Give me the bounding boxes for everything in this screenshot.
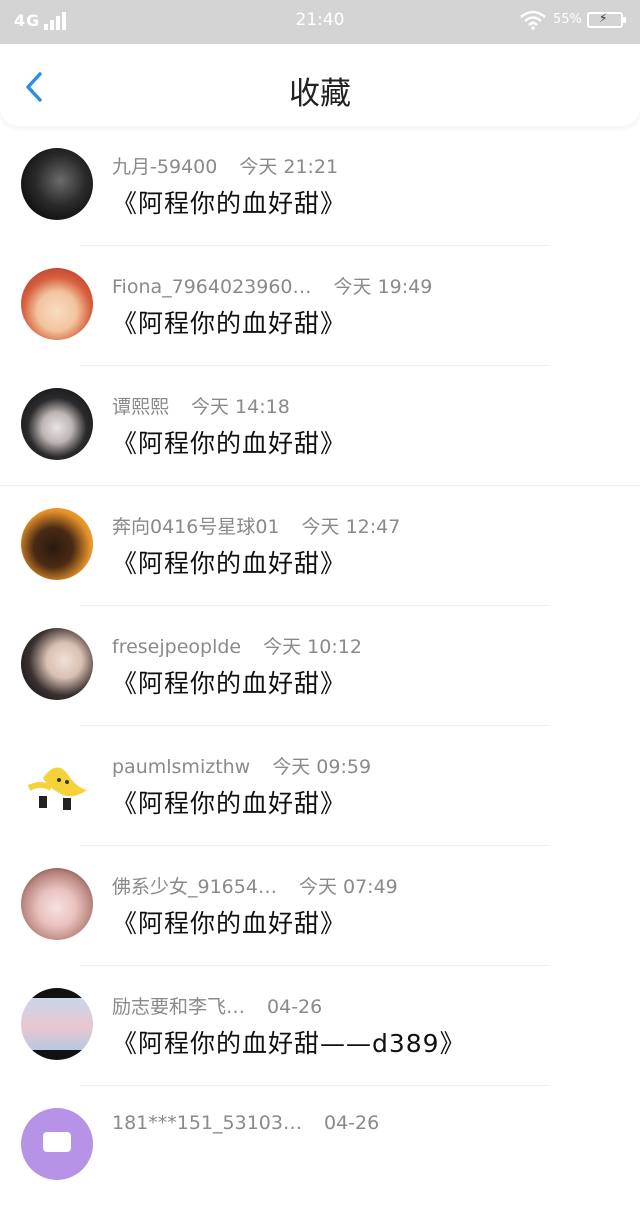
timestamp: 今天 07:49 — [298, 876, 398, 898]
item-title[interactable]: 《阿程你的血好甜》 — [112, 184, 346, 220]
avatar[interactable] — [21, 268, 93, 340]
avatar[interactable] — [21, 628, 93, 700]
item-title[interactable]: 《阿程你的血好甜》 — [112, 664, 346, 700]
item-title[interactable]: 《阿程你的血好甜》 — [112, 304, 346, 340]
timestamp: 今天 09:59 — [272, 756, 372, 778]
timestamp: 今天 19:49 — [333, 276, 433, 298]
timestamp: 今天 21:21 — [239, 156, 339, 178]
nav-bar: 收藏 — [0, 44, 640, 126]
avatar[interactable] — [21, 748, 93, 820]
user-name[interactable]: Fiona_7964023960… — [112, 276, 312, 298]
app-logo-icon — [43, 1132, 71, 1152]
battery-percent: 55% — [553, 12, 582, 27]
avatar[interactable] — [21, 988, 93, 1060]
battery-icon: ⚡ — [587, 11, 626, 28]
timestamp: 今天 10:12 — [263, 636, 362, 658]
list-item[interactable]: Fiona_7964023960… 今天 19:49 《阿程你的血好甜》 — [0, 246, 640, 366]
timestamp: 04-26 — [323, 1112, 380, 1134]
avatar[interactable] — [21, 148, 93, 220]
charging-icon: ⚡ — [599, 11, 608, 25]
list-item[interactable]: 181***151_53103… 04-26 — [0, 1086, 640, 1206]
list-item[interactable]: 励志要和李飞… 04-26 《阿程你的血好甜——d389》 — [0, 966, 640, 1086]
avatar[interactable] — [21, 508, 93, 580]
list-item[interactable]: 佛系少女_91654… 今天 07:49 《阿程你的血好甜》 — [0, 846, 640, 966]
banana-icon — [27, 767, 87, 810]
item-title[interactable]: 《阿程你的血好甜——d389》 — [112, 1024, 466, 1060]
list-item[interactable]: 谭熙熙 今天 14:18 《阿程你的血好甜》 — [0, 366, 640, 486]
status-bar: 4G 21:40 55% ⚡ — [0, 0, 640, 44]
list-item[interactable]: fresejpeoplde 今天 10:12 《阿程你的血好甜》 — [0, 606, 640, 726]
item-title[interactable]: 《阿程你的血好甜》 — [112, 784, 346, 820]
list-item[interactable]: 九月-59400 今天 21:21 《阿程你的血好甜》 — [0, 126, 640, 246]
timestamp: 04-26 — [267, 996, 323, 1018]
user-name[interactable]: 九月-59400 — [112, 156, 217, 178]
user-name[interactable]: 谭熙熙 — [112, 396, 169, 418]
user-name[interactable]: 励志要和李飞… — [112, 996, 245, 1018]
item-title[interactable]: 《阿程你的血好甜》 — [112, 904, 346, 940]
avatar[interactable] — [21, 868, 93, 940]
avatar[interactable] — [21, 1108, 93, 1180]
page-title: 收藏 — [289, 76, 351, 112]
avatar[interactable] — [21, 388, 93, 460]
timestamp: 今天 12:47 — [301, 516, 401, 538]
user-name[interactable]: 181***151_53103… — [112, 1112, 302, 1134]
user-name[interactable]: paumlsmizthw — [112, 756, 250, 778]
user-name[interactable]: 佛系少女_91654… — [112, 876, 277, 898]
item-title[interactable]: 《阿程你的血好甜》 — [112, 424, 346, 460]
list-item[interactable]: 奔向0416号星球01 今天 12:47 《阿程你的血好甜》 — [0, 486, 640, 606]
item-title[interactable]: 《阿程你的血好甜》 — [112, 544, 346, 580]
list-item[interactable]: paumlsmizthw 今天 09:59 《阿程你的血好甜》 — [0, 726, 640, 846]
timestamp: 今天 14:18 — [191, 396, 290, 418]
user-name[interactable]: 奔向0416号星球01 — [112, 516, 280, 538]
wifi-icon — [520, 10, 546, 30]
user-name[interactable]: fresejpeoplde — [112, 636, 241, 658]
